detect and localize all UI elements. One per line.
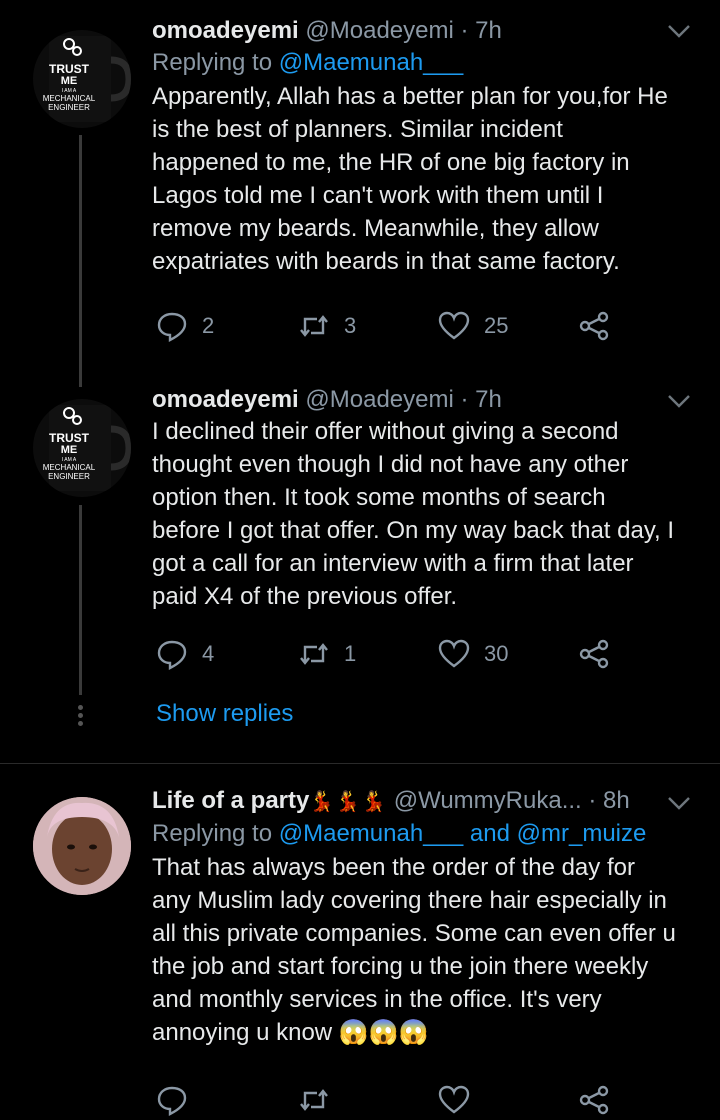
replying-and: and	[463, 820, 517, 847]
scream-emoji: 😱😱😱	[338, 1019, 429, 1046]
svg-text:ENGINEER: ENGINEER	[48, 103, 90, 112]
handle[interactable]: @Moadeyemi	[305, 386, 453, 413]
share-icon	[579, 639, 609, 669]
timestamp[interactable]: · 7h	[460, 386, 501, 413]
mug-avatar-icon: TRUST ME I AM A MECHANICAL ENGINEER	[43, 405, 131, 491]
mug-avatar-icon: TRUST ME I AM A MECHANICAL ENGINEER	[43, 36, 131, 122]
replying-prefix: Replying to	[152, 820, 279, 847]
replying-to: Replying to @Maemunah___ and @mr_muize	[152, 817, 702, 851]
retweet-button[interactable]: 1	[298, 634, 356, 674]
reply-count: 2	[202, 313, 215, 338]
svg-text:TRUST: TRUST	[49, 62, 90, 76]
reply-icon	[157, 312, 187, 342]
tweet-content: omoadeyemi @Moadeyemi · 7h Replying to @…	[152, 16, 702, 278]
share-icon	[579, 311, 609, 341]
svg-text:TRUST: TRUST	[49, 431, 90, 445]
timestamp[interactable]: · 7h	[460, 17, 501, 44]
tweet-text: I declined their offer without giving a …	[152, 418, 675, 610]
avatar[interactable]	[33, 797, 131, 895]
avatar[interactable]: TRUST ME I AM A MECHANICAL ENGINEER	[33, 30, 131, 128]
display-name[interactable]: Life of a party	[152, 787, 309, 814]
retweet-count: 3	[344, 313, 357, 338]
retweet-icon	[300, 315, 328, 337]
like-button[interactable]: 30	[438, 634, 508, 674]
tweet-content: omoadeyemi @Moadeyemi · 7h I declined th…	[152, 385, 702, 613]
mention-link[interactable]: @mr_muize	[517, 820, 647, 847]
tweet[interactable]: TRUST ME I AM A MECHANICAL ENGINEER omoa…	[0, 380, 720, 710]
tweet-header: omoadeyemi @Moadeyemi · 7h	[152, 385, 702, 415]
reply-count: 4	[202, 641, 215, 666]
show-replies-link[interactable]: Show replies	[156, 700, 293, 728]
svg-text:ME: ME	[61, 75, 78, 87]
svg-text:MECHANICAL: MECHANICAL	[43, 463, 96, 472]
tweet-text: That has always been the order of the da…	[152, 851, 702, 1049]
heart-icon	[438, 639, 470, 668]
reply-button[interactable]: 2	[156, 306, 214, 346]
mention-link[interactable]: @Maemunah___	[279, 49, 463, 76]
tweet-content: Life of a party💃💃💃 @WummyRuka... · 8h Re…	[152, 786, 702, 1049]
tweet-actions: 2 3 25	[152, 306, 622, 346]
replying-prefix: Replying to	[152, 49, 279, 76]
svg-text:ENGINEER: ENGINEER	[48, 472, 90, 481]
display-name[interactable]: omoadeyemi	[152, 386, 299, 413]
tweet-actions: 4 1 30	[152, 634, 622, 674]
tweet-text-body: That has always been the order of the da…	[152, 854, 676, 1046]
tweet[interactable]: Life of a party💃💃💃 @WummyRuka... · 8h Re…	[0, 764, 720, 1116]
svg-text:ME: ME	[61, 444, 78, 456]
tweet-header: omoadeyemi @Moadeyemi · 7h	[152, 16, 702, 46]
avatar[interactable]: TRUST ME I AM A MECHANICAL ENGINEER	[33, 399, 131, 497]
user-photo-icon	[33, 797, 131, 895]
tweet-actions	[152, 1080, 622, 1120]
like-count: 30	[484, 641, 509, 666]
handle[interactable]: @WummyRuka...	[394, 787, 582, 814]
retweet-button[interactable]	[298, 1080, 344, 1120]
svg-text:MECHANICAL: MECHANICAL	[43, 94, 96, 103]
tweet-header: Life of a party💃💃💃 @WummyRuka... · 8h	[152, 786, 702, 817]
chevron-down-icon[interactable]	[666, 18, 692, 44]
like-button[interactable]: 25	[438, 306, 508, 346]
tweet[interactable]: TRUST ME I AM A MECHANICAL ENGINEER omoa…	[0, 0, 720, 380]
tweet-text: Apparently, Allah has a better plan for …	[152, 83, 668, 275]
share-button[interactable]	[578, 306, 624, 346]
share-button[interactable]	[578, 1080, 624, 1120]
mention-link[interactable]: @Maemunah___	[279, 820, 463, 847]
retweet-button[interactable]: 3	[298, 306, 356, 346]
retweet-count: 1	[344, 641, 357, 666]
dancer-emoji: 💃💃💃	[309, 791, 388, 813]
reply-button[interactable]	[156, 1080, 202, 1120]
reply-button[interactable]: 4	[156, 634, 214, 674]
like-count: 25	[484, 313, 509, 338]
display-name[interactable]: omoadeyemi	[152, 17, 299, 44]
chevron-down-icon[interactable]	[666, 790, 692, 816]
share-button[interactable]	[578, 634, 624, 674]
chevron-down-icon[interactable]	[666, 388, 692, 414]
handle[interactable]: @Moadeyemi	[305, 17, 453, 44]
retweet-icon	[300, 643, 328, 665]
like-button[interactable]	[438, 1080, 484, 1120]
replying-to: Replying to @Maemunah___	[152, 46, 702, 80]
heart-icon	[438, 311, 470, 340]
reply-icon	[157, 640, 187, 670]
timestamp[interactable]: · 8h	[588, 787, 629, 814]
